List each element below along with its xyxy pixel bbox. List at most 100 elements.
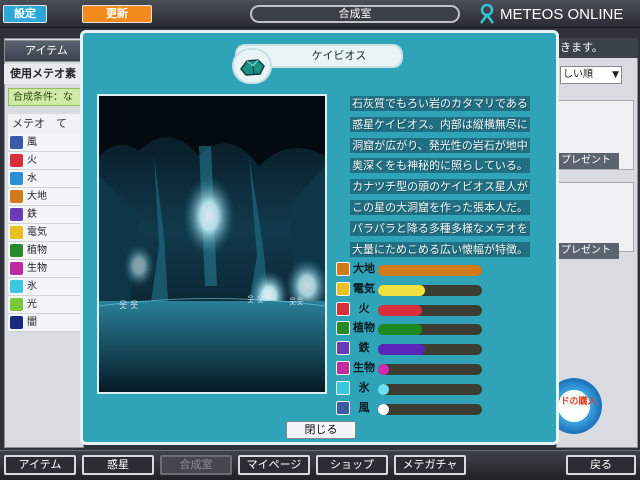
nav-button[interactable]: アイテム [4,455,76,475]
meteor-type-icon [10,262,23,275]
meteor-list-item[interactable]: 闇 [8,314,82,332]
meteor-list-item[interactable]: 生物 [8,260,82,278]
settings-button[interactable]: 設定 [3,5,47,23]
screen-title: 合成室 [250,5,460,23]
meteor-list-label: 電気 [27,226,47,238]
stat-bar-track [378,383,482,395]
meteor-list-item[interactable]: 鉄 [8,206,82,224]
meteor-type-icon [10,190,23,203]
stat-row: 電気 [336,280,486,298]
stat-label: 植物 [353,321,375,335]
meteor-type-icon [10,208,23,221]
stat-label: 風 [358,400,370,414]
used-meteos-label: 使用メテオ素 [4,64,84,84]
description-line: 洞窟が広がり、発光性の岩石が地中 [350,137,530,153]
nav-button[interactable]: ショップ [316,455,388,475]
stat-bar-fill [378,383,389,395]
nav-button: 合成室 [160,455,232,475]
stat-row: 大地 [336,260,486,278]
meteor-type-icon [10,316,23,329]
meteor-list-label: 闇 [27,316,37,328]
stat-bar-track [378,344,482,356]
meteor-list-item[interactable]: 水 [8,170,82,188]
stat-type-icon [336,281,350,296]
stat-bar-track [378,304,482,316]
meteor-list: 風火水大地鉄電気植物生物氷光闇 [8,134,82,332]
meteor-list-label: 火 [27,154,37,166]
logo-text: METEOS ONLINE [500,6,624,23]
stat-bar-track [378,265,482,276]
stat-bar-fill [378,364,389,375]
meteos-online-logo: METEOS ONLINE [478,3,638,25]
meteor-description: 石灰質でもろい岩のカタマリである 惑星ケイビオス。内部は縦横無尽に 洞窟が広がり、発… [337,94,543,257]
nav-button[interactable]: 戻る [566,455,636,475]
nav-button[interactable]: メテガチャ [394,455,466,475]
stat-type-icon [336,321,350,336]
nav-button[interactable]: 惑星 [82,455,154,475]
stat-row: 生物 [336,359,486,377]
description-line: 石灰質でもろい岩のカタマリである [350,96,530,111]
stat-bar-fill [378,344,425,356]
meteor-list-item[interactable]: 風 [8,134,82,152]
meteor-list-item[interactable]: 氷 [8,278,82,296]
chevron-down-icon: ▼ [612,70,619,80]
meteor-list-label: 光 [27,298,37,310]
present-button-1[interactable]: プレゼント [559,153,619,169]
nav-button[interactable]: マイページ [238,455,310,475]
meteor-type-icon [10,244,23,257]
stat-bar-fill [378,403,389,415]
description-line: 大量にためこめる広い懐幅が特徴。 [350,241,530,257]
stat-bar-fill [378,284,425,296]
stat-row: 火 [336,300,486,318]
right-card-1: プレゼント [558,100,634,170]
meteor-list-label: 植物 [27,244,47,256]
stat-type-icon [336,341,350,356]
meteor-type-icon [10,154,23,167]
meteor-list-label: 生物 [27,262,47,274]
meteor-type-icon [10,298,23,311]
meteor-type-icon [10,226,23,239]
description-line: カナツチ型の頭のケイビオス星人が [350,179,530,195]
meteor-list-header: メテオ て [8,114,82,134]
meteor-list-item[interactable]: 火 [8,152,82,170]
meteor-type-icon [10,280,23,293]
meteor-list-label: 氷 [27,280,37,292]
stat-row: 鉄 [336,339,486,357]
stat-label: 鉄 [358,341,370,355]
present-button-2[interactable]: プレゼント [559,243,619,259]
meteor-list-label: 鉄 [27,208,37,220]
meteor-list-label: 水 [27,172,37,184]
meteor-type-icon [10,172,23,185]
svg-text:웃 웃: 웃 웃 [119,300,138,311]
meteor-block-icon [240,59,265,76]
stat-row: 氷 [336,379,486,397]
svg-text:웃웃: 웃웃 [289,297,304,306]
meteor-list-label: 大地 [27,190,47,202]
stat-type-icon [336,262,350,276]
meteor-list-item[interactable]: 植物 [8,242,82,260]
stat-bar-track [378,364,482,375]
stat-label: 氷 [358,380,370,394]
stat-bar-track [378,284,482,296]
stat-bar-fill [378,304,422,316]
meteor-list-item[interactable]: 電気 [8,224,82,242]
meteor-type-icon [10,136,23,149]
stat-label: 電気 [353,281,375,295]
stat-bar-fill [378,265,482,276]
description-line: 惑星ケイビオス。内部は縦横無尽に [350,116,530,132]
stat-row: 風 [336,399,486,417]
sort-select[interactable]: しい順 ▼ [560,66,622,84]
condition-label: 合成条件：な [8,88,82,106]
planet-cave-image: 웃 웃 웃 웃 웃웃 [97,94,327,394]
close-button[interactable]: 閉じる [286,421,356,439]
description-line: 奥深くをも神秘的に照らしている。 [350,158,530,174]
meteor-list-item[interactable]: 大地 [8,188,82,206]
description-line: この星の大洞窟を作った張本人だ。 [350,199,530,215]
stat-bar-track [378,324,482,336]
update-button[interactable]: 更新 [82,5,152,23]
meteor-list-label: 風 [27,136,37,148]
tab-item[interactable]: アイテム [4,40,84,62]
sort-select-value: しい順 [563,69,593,80]
meteor-list-item[interactable]: 光 [8,296,82,314]
stat-row: 植物 [336,319,486,337]
